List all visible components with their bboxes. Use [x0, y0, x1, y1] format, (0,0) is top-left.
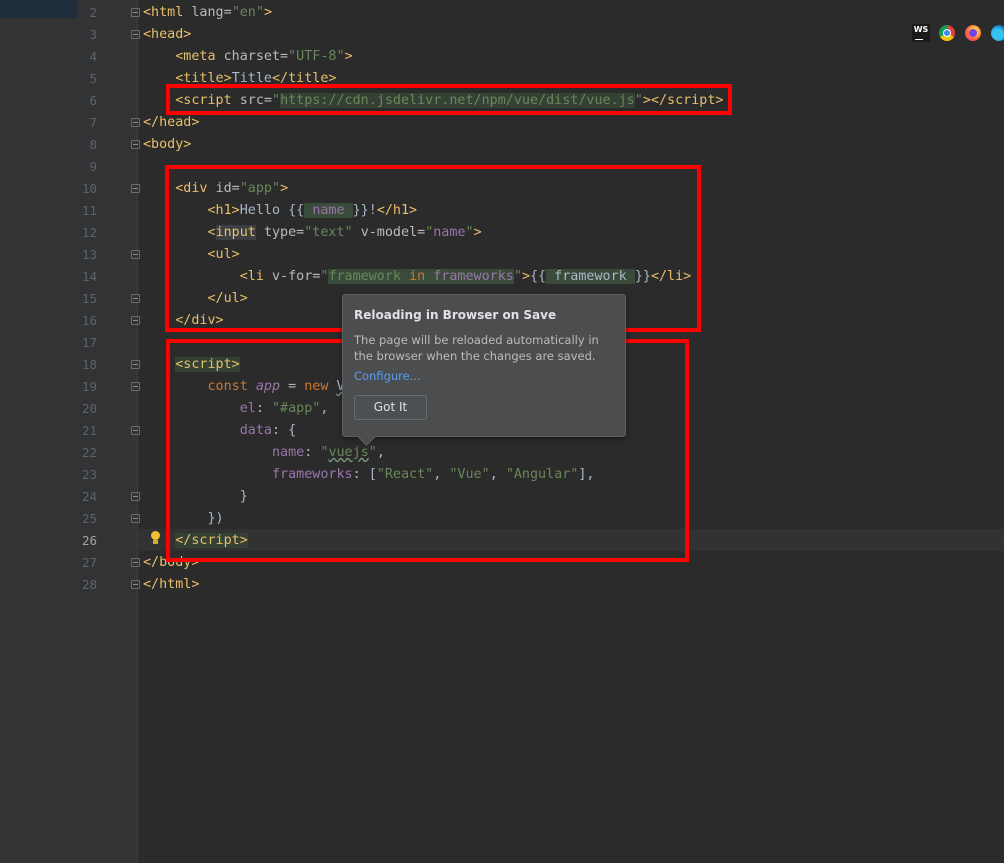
line-number[interactable]: 27: [77, 552, 97, 574]
line-number[interactable]: 16: [77, 310, 97, 332]
code-line[interactable]: </html>: [143, 574, 199, 596]
line-number[interactable]: 18: [77, 354, 97, 376]
line-number[interactable]: 2: [77, 2, 97, 24]
fold-marker-icon[interactable]: [131, 294, 140, 303]
line-number[interactable]: 19: [77, 376, 97, 398]
project-panel: [0, 0, 77, 863]
line-number[interactable]: 15: [77, 288, 97, 310]
fold-marker-icon[interactable]: [131, 492, 140, 501]
chrome-icon[interactable]: [939, 25, 955, 41]
line-number[interactable]: 22: [77, 442, 97, 464]
code-line[interactable]: </head>: [143, 112, 199, 134]
fold-marker-icon[interactable]: [131, 514, 140, 523]
firefox-icon[interactable]: [965, 25, 981, 41]
tooltip-title: Reloading in Browser on Save: [354, 308, 557, 322]
webstorm-icon[interactable]: WS: [912, 24, 930, 42]
line-number[interactable]: 5: [77, 68, 97, 90]
line-number[interactable]: 4: [77, 46, 97, 68]
lightbulb-icon[interactable]: [149, 531, 161, 547]
line-number[interactable]: 6: [77, 90, 97, 112]
line-number[interactable]: 25: [77, 508, 97, 530]
line-number[interactable]: 11: [77, 200, 97, 222]
fold-marker-icon[interactable]: [131, 580, 140, 589]
code-line[interactable]: <body>: [143, 134, 191, 156]
line-number[interactable]: 26: [77, 530, 97, 552]
line-number[interactable]: 24: [77, 486, 97, 508]
line-number[interactable]: 23: [77, 464, 97, 486]
fold-marker-icon[interactable]: [131, 360, 140, 369]
fold-marker-icon[interactable]: [131, 558, 140, 567]
fold-marker-icon[interactable]: [131, 140, 140, 149]
code-line[interactable]: <head>: [143, 24, 191, 46]
line-number[interactable]: 17: [77, 332, 97, 354]
configure-link[interactable]: Configure...: [354, 369, 421, 383]
highlight-box-script-src: [166, 84, 732, 115]
fold-marker-icon[interactable]: [131, 382, 140, 391]
fold-marker-icon[interactable]: [131, 316, 140, 325]
line-number[interactable]: 12: [77, 222, 97, 244]
line-number[interactable]: 3: [77, 24, 97, 46]
reload-on-save-tooltip: Reloading in Browser on Save The page wi…: [342, 294, 626, 446]
line-number[interactable]: 9: [77, 156, 97, 178]
code-line[interactable]: <html lang="en">: [143, 2, 272, 24]
code-line[interactable]: <meta charset="UTF-8">: [143, 46, 352, 68]
line-number[interactable]: 8: [77, 134, 97, 156]
line-number[interactable]: 21: [77, 420, 97, 442]
edge-icon[interactable]: [991, 25, 1004, 41]
project-panel-selection: [0, 0, 77, 18]
fold-marker-icon[interactable]: [131, 250, 140, 259]
line-number[interactable]: 20: [77, 398, 97, 420]
fold-marker-icon[interactable]: [131, 8, 140, 17]
fold-marker-icon[interactable]: [131, 426, 140, 435]
line-number[interactable]: 13: [77, 244, 97, 266]
tooltip-body: The page will be reloaded automatically …: [354, 333, 599, 363]
got-it-button[interactable]: Got It: [354, 395, 427, 420]
fold-marker-icon[interactable]: [131, 118, 140, 127]
line-number[interactable]: 14: [77, 266, 97, 288]
fold-marker-icon[interactable]: [131, 30, 140, 39]
browser-icons-bar: WS: [911, 23, 1004, 43]
fold-marker-icon[interactable]: [131, 184, 140, 193]
line-number[interactable]: 10: [77, 178, 97, 200]
line-number[interactable]: 7: [77, 112, 97, 134]
line-number[interactable]: 28: [77, 574, 97, 596]
